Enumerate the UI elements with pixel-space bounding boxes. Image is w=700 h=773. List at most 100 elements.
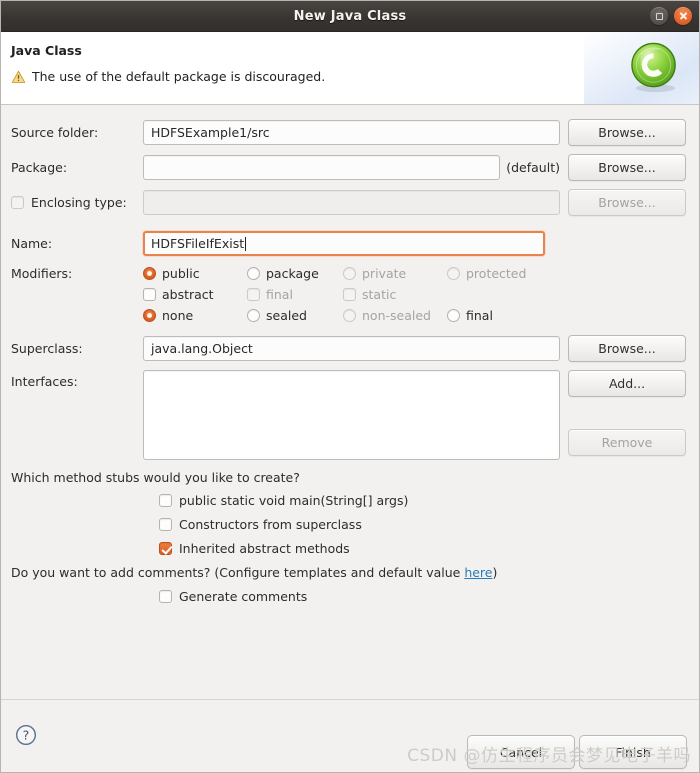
enclosing-type-browse-button: Browse... bbox=[568, 189, 686, 216]
interfaces-label: Interfaces: bbox=[11, 370, 143, 389]
radio-sealed[interactable] bbox=[247, 309, 260, 322]
stub-main-method[interactable]: public static void main(String[] args) bbox=[159, 493, 686, 508]
title-bar: New Java Class bbox=[1, 1, 699, 32]
modifier-static: static bbox=[343, 287, 396, 302]
dialog-body: Source folder: HDFSExample1/src Browse..… bbox=[1, 105, 699, 693]
enclosing-type-label-group: Enclosing type: bbox=[11, 195, 143, 210]
package-row: Package: (default) Browse... bbox=[11, 154, 686, 181]
close-icon[interactable] bbox=[674, 7, 692, 25]
modifiers-access-row: Modifiers: public package private protec… bbox=[11, 266, 686, 281]
superclass-input[interactable]: java.lang.Object bbox=[143, 336, 560, 361]
svg-text:?: ? bbox=[23, 728, 30, 743]
superclass-row: Superclass: java.lang.Object Browse... bbox=[11, 335, 686, 362]
stub-inherited-abstract[interactable]: Inherited abstract methods bbox=[159, 541, 686, 556]
package-input[interactable] bbox=[143, 155, 500, 180]
name-input[interactable]: HDFSFileIfExist bbox=[143, 231, 545, 256]
superclass-label: Superclass: bbox=[11, 341, 143, 356]
checkbox-static bbox=[343, 288, 356, 301]
modifier-protected-label: protected bbox=[466, 266, 526, 281]
generate-comments-label: Generate comments bbox=[179, 589, 307, 604]
radio-private bbox=[343, 267, 356, 280]
text-caret bbox=[245, 237, 246, 251]
modifier-sealing-final[interactable]: final bbox=[447, 308, 493, 323]
package-label: Package: bbox=[11, 160, 143, 175]
java-class-icon bbox=[627, 40, 682, 95]
warning-triangle-icon bbox=[11, 70, 26, 84]
status-message-text: The use of the default package is discou… bbox=[32, 69, 325, 84]
modifier-private: private bbox=[343, 266, 447, 281]
enclosing-type-checkbox[interactable] bbox=[11, 196, 24, 209]
maximize-icon[interactable] bbox=[650, 7, 668, 25]
status-message: The use of the default package is discou… bbox=[11, 69, 699, 84]
modifier-public[interactable]: public bbox=[143, 266, 247, 281]
modifier-none-label: none bbox=[162, 308, 193, 323]
radio-public[interactable] bbox=[143, 267, 156, 280]
superclass-browse-button[interactable]: Browse... bbox=[568, 335, 686, 362]
stub-constructors[interactable]: Constructors from superclass bbox=[159, 517, 686, 532]
modifier-public-label: public bbox=[162, 266, 200, 281]
enclosing-type-row: Enclosing type: Browse... bbox=[11, 189, 686, 216]
modifier-private-label: private bbox=[362, 266, 406, 281]
package-default-note: (default) bbox=[506, 160, 560, 175]
method-stubs-question: Which method stubs would you like to cre… bbox=[11, 470, 686, 485]
configure-templates-link[interactable]: here bbox=[464, 565, 492, 580]
modifier-non-sealed-label: non-sealed bbox=[362, 308, 431, 323]
modifiers-sealing-row: none sealed non-sealed final bbox=[11, 308, 686, 323]
radio-protected bbox=[447, 267, 460, 280]
modifier-final-label: final bbox=[266, 287, 293, 302]
checkbox-main-method[interactable] bbox=[159, 494, 172, 507]
package-browse-button[interactable]: Browse... bbox=[568, 154, 686, 181]
modifier-abstract-label: abstract bbox=[162, 287, 214, 302]
generate-comments-option[interactable]: Generate comments bbox=[159, 589, 686, 604]
dialog-header-banner: Java Class The use of the default packag… bbox=[1, 32, 699, 105]
interfaces-list[interactable] bbox=[143, 370, 560, 460]
stub-inherited-abstract-label: Inherited abstract methods bbox=[179, 541, 350, 556]
comments-question: Do you want to add comments? (Configure … bbox=[11, 565, 686, 580]
modifier-sealing-final-label: final bbox=[466, 308, 493, 323]
modifier-abstract[interactable]: abstract bbox=[143, 287, 247, 302]
modifiers-label: Modifiers: bbox=[11, 266, 143, 281]
source-folder-input[interactable]: HDFSExample1/src bbox=[143, 120, 560, 145]
stub-constructors-label: Constructors from superclass bbox=[179, 517, 362, 532]
modifier-non-sealed: non-sealed bbox=[343, 308, 447, 323]
modifiers-flags-row: abstract final static bbox=[11, 287, 686, 302]
name-row: Name: HDFSFileIfExist bbox=[11, 231, 686, 256]
radio-sealing-final[interactable] bbox=[447, 309, 460, 322]
help-question-icon[interactable]: ? bbox=[15, 724, 37, 746]
checkbox-generate-comments[interactable] bbox=[159, 590, 172, 603]
source-folder-label: Source folder: bbox=[11, 125, 143, 140]
modifier-sealed[interactable]: sealed bbox=[247, 308, 343, 323]
checkbox-inherited-abstract[interactable] bbox=[159, 542, 172, 555]
checkbox-constructors[interactable] bbox=[159, 518, 172, 531]
interfaces-buttons: Add... Remove bbox=[568, 370, 686, 456]
modifier-package-label: package bbox=[266, 266, 319, 281]
window-controls bbox=[650, 7, 692, 25]
checkbox-final bbox=[247, 288, 260, 301]
name-input-value: HDFSFileIfExist bbox=[151, 236, 244, 251]
modifier-protected: protected bbox=[447, 266, 526, 281]
radio-none[interactable] bbox=[143, 309, 156, 322]
interfaces-add-button[interactable]: Add... bbox=[568, 370, 686, 397]
name-label: Name: bbox=[11, 236, 143, 251]
comments-question-suffix: ) bbox=[492, 565, 497, 580]
interfaces-row: Interfaces: Add... Remove bbox=[11, 370, 686, 460]
radio-package[interactable] bbox=[247, 267, 260, 280]
source-folder-row: Source folder: HDFSExample1/src Browse..… bbox=[11, 119, 686, 146]
enclosing-type-input bbox=[143, 190, 560, 215]
modifier-none[interactable]: none bbox=[143, 308, 247, 323]
radio-non-sealed bbox=[343, 309, 356, 322]
new-java-class-dialog: New Java Class Java Class The use of the… bbox=[0, 0, 700, 773]
modifier-package[interactable]: package bbox=[247, 266, 343, 281]
window-title: New Java Class bbox=[294, 9, 407, 24]
source-folder-browse-button[interactable]: Browse... bbox=[568, 119, 686, 146]
stub-main-method-label: public static void main(String[] args) bbox=[179, 493, 408, 508]
checkbox-abstract[interactable] bbox=[143, 288, 156, 301]
page-title: Java Class bbox=[11, 43, 699, 58]
modifier-final: final bbox=[247, 287, 343, 302]
comments-question-text: Do you want to add comments? (Configure … bbox=[11, 565, 464, 580]
enclosing-type-label: Enclosing type: bbox=[31, 195, 127, 210]
csdn-watermark: CSDN @仿生程序员会梦见电子羊吗 bbox=[407, 741, 691, 766]
modifier-static-label: static bbox=[362, 287, 396, 302]
interfaces-remove-button: Remove bbox=[568, 429, 686, 456]
modifier-sealed-label: sealed bbox=[266, 308, 307, 323]
